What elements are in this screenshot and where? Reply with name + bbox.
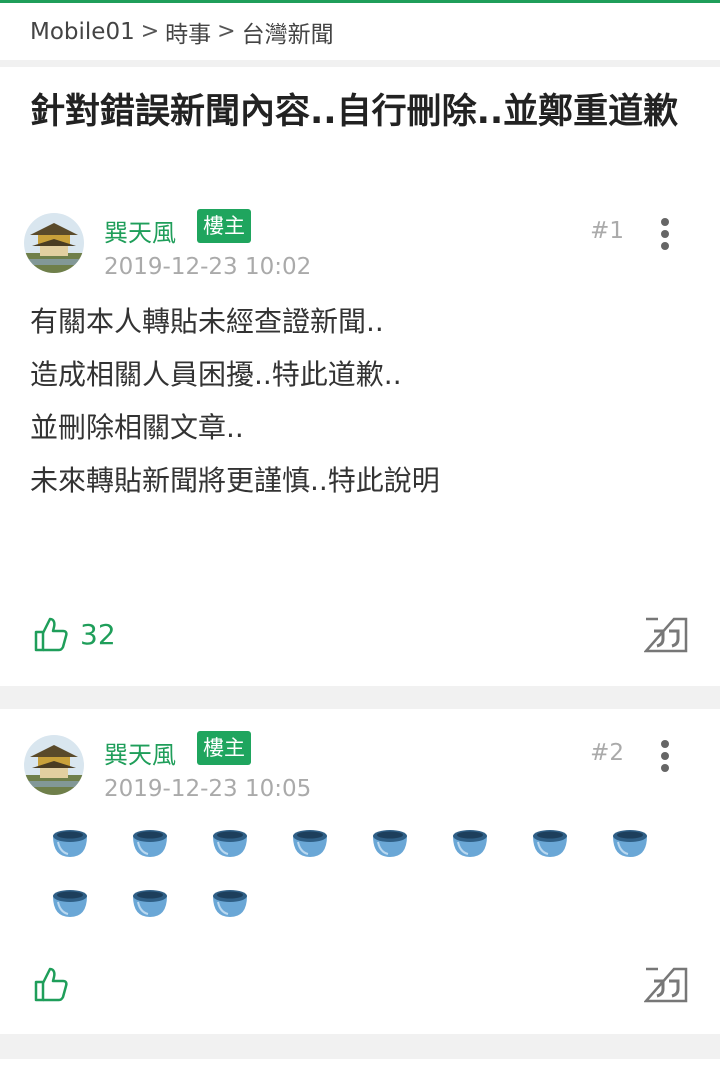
tea-bowl-icon [53, 830, 87, 857]
emoji-content [50, 826, 700, 956]
author-avatar[interactable] [24, 213, 84, 273]
more-options-icon[interactable] [657, 217, 673, 251]
like-button[interactable] [32, 965, 70, 1003]
post-date: 2019-12-23 10:05 [104, 776, 312, 802]
floor-number[interactable]: #1 [590, 218, 624, 244]
owner-badge: 樓主 [197, 731, 251, 765]
breadcrumb-item-taiwan-news[interactable]: 台灣新聞 [242, 15, 334, 49]
content-line: 並刪除相關文章.. [30, 411, 244, 444]
tea-bowl-icon [293, 830, 327, 857]
content-line: 有關本人轉貼未經查證新聞.. [30, 305, 384, 338]
tea-bowl-icon [53, 890, 87, 917]
pagoda-avatar-icon [24, 213, 84, 273]
author-name[interactable]: 巽天風 [104, 213, 176, 248]
tea-bowl-icon [453, 830, 487, 857]
tea-bowl-icon [213, 830, 247, 857]
post-card-1: 針對錯誤新聞內容..自行刪除..並鄭重道歉 巽天風 樓主 2019-12-23 … [0, 67, 720, 686]
tea-bowl-icon [373, 830, 407, 857]
content-line: 未來轉貼新聞將更謹慎..特此說明 [30, 464, 440, 497]
like-count: 32 [80, 617, 116, 651]
thread-title: 針對錯誤新聞內容..自行刪除..並鄭重道歉 [30, 92, 679, 132]
post-content: 有關本人轉貼未經查證新聞.. 造成相關人員困擾..特此道歉.. 並刪除相關文章.… [30, 295, 440, 507]
like-button[interactable]: 32 [32, 615, 116, 653]
tea-bowl-icon [133, 890, 167, 917]
content-line: 造成相關人員困擾..特此道歉.. [30, 358, 402, 391]
pagoda-avatar-icon [24, 735, 84, 795]
breadcrumb-item-mobile01[interactable]: Mobile01 [30, 19, 135, 45]
thumbs-up-icon [34, 617, 68, 652]
breadcrumb-separator: > [140, 19, 160, 44]
post-card-3 [0, 1059, 720, 1071]
owner-badge: 樓主 [197, 209, 251, 243]
quote-reply-icon[interactable] [644, 613, 688, 653]
more-options-icon[interactable] [657, 739, 673, 773]
tea-bowl-icon [533, 830, 567, 857]
quote-reply-icon[interactable] [644, 963, 688, 1003]
breadcrumb-separator: > [217, 19, 236, 44]
floor-number[interactable]: #2 [590, 740, 624, 766]
tea-bowl-icon [613, 830, 647, 857]
breadcrumb-item-current-affairs[interactable]: 時事 [165, 15, 211, 49]
thread-page: Mobile01 > 時事 > 台灣新聞 針對錯誤新聞內容..自行刪除..並鄭重… [0, 0, 720, 1071]
tea-bowl-icon [213, 890, 247, 917]
thumbs-up-icon [34, 967, 68, 1002]
post-date: 2019-12-23 10:02 [104, 254, 312, 280]
tea-bowl-icon [133, 830, 167, 857]
post-card-2: 巽天風 樓主 2019-12-23 10:05 #2 [0, 709, 720, 1034]
author-name[interactable]: 巽天風 [104, 735, 176, 770]
author-avatar[interactable] [24, 735, 84, 795]
breadcrumb: Mobile01 > 時事 > 台灣新聞 [0, 3, 720, 60]
